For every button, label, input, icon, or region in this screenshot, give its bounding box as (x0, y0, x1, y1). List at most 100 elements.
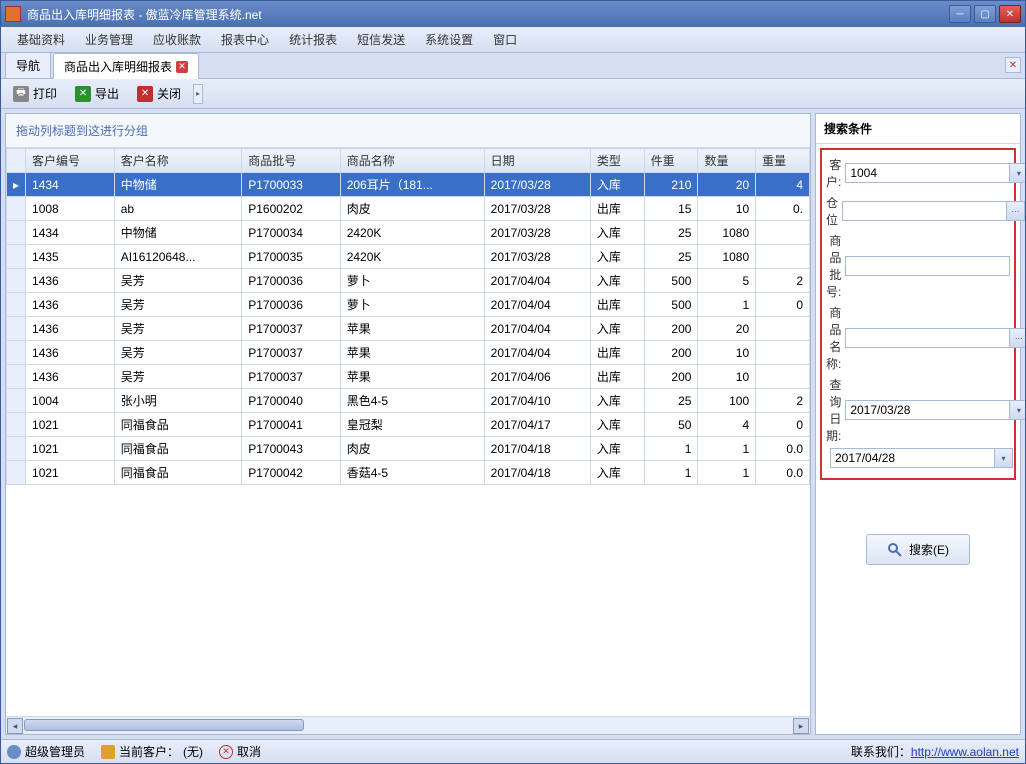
input-date_to[interactable] (830, 448, 995, 468)
row-handle[interactable]: ▸ (7, 173, 26, 197)
dropdown-warehouse[interactable]: ⋯ (1007, 201, 1025, 221)
tab-close-icon[interactable]: ✕ (176, 61, 188, 73)
content-area: 拖动列标题到这进行分组 客户编号客户名称商品批号商品名称日期类型件重数量重量 ▸… (1, 109, 1025, 739)
dropdown-date_to[interactable]: ▾ (995, 448, 1013, 468)
cell: P1700037 (242, 317, 340, 341)
toolbar-expander-icon[interactable]: ▸ (193, 84, 203, 104)
export-button[interactable]: ✕ 导出 (69, 82, 125, 105)
scroll-left-icon[interactable]: ◂ (7, 718, 23, 734)
cell: 0. (756, 197, 810, 221)
label-batch: 商品批号: (826, 232, 845, 300)
col-类型[interactable]: 类型 (590, 149, 644, 173)
col-重量[interactable]: 重量 (756, 149, 810, 173)
cell: P1700041 (242, 413, 340, 437)
cell: 中物储 (114, 221, 242, 245)
menu-统计报表[interactable]: 统计报表 (279, 27, 347, 52)
row-handle[interactable] (7, 413, 26, 437)
menu-业务管理[interactable]: 业务管理 (75, 27, 143, 52)
menu-报表中心[interactable]: 报表中心 (211, 27, 279, 52)
field-warehouse: 仓位⋯ (826, 194, 1010, 228)
col-客户名称[interactable]: 客户名称 (114, 149, 242, 173)
cell: 1004 (26, 389, 115, 413)
table-row[interactable]: 1436吴芳P1700037苹果2017/04/04出库20010 (7, 341, 810, 365)
row-handle[interactable] (7, 437, 26, 461)
input-warehouse[interactable] (842, 201, 1007, 221)
cell: 苹果 (340, 365, 484, 389)
app-window: 商品出入库明细报表 - 傲蓝冷库管理系统.net ─ ▢ ✕ 基础资料业务管理应… (0, 0, 1026, 764)
row-handle[interactable] (7, 365, 26, 389)
menu-窗口[interactable]: 窗口 (483, 27, 527, 52)
col-商品批号[interactable]: 商品批号 (242, 149, 340, 173)
row-handle[interactable] (7, 341, 26, 365)
cancel-button[interactable]: ✕ 取消 (219, 743, 261, 760)
menu-系统设置[interactable]: 系统设置 (415, 27, 483, 52)
table-row[interactable]: 1021同福食品P1700041皇冠梨2017/04/17入库5040 (7, 413, 810, 437)
group-hint[interactable]: 拖动列标题到这进行分组 (6, 114, 810, 148)
search-button[interactable]: 搜索(E) (866, 534, 970, 565)
cell: 2017/04/10 (484, 389, 590, 413)
cell: P1700037 (242, 365, 340, 389)
table-row[interactable]: 1436吴芳P1700036萝卜2017/04/04出库50010 (7, 293, 810, 317)
input-customer[interactable] (845, 163, 1010, 183)
row-handle[interactable] (7, 269, 26, 293)
table-row[interactable]: 1004张小明P1700040黑色4-52017/04/10入库251002 (7, 389, 810, 413)
tab-导航[interactable]: 导航 (5, 52, 51, 78)
close-button[interactable]: ✕ 关闭 (131, 82, 187, 105)
data-grid[interactable]: 客户编号客户名称商品批号商品名称日期类型件重数量重量 ▸1434中物储P1700… (6, 148, 810, 716)
minimize-button[interactable]: ─ (949, 5, 971, 23)
col-客户编号[interactable]: 客户编号 (26, 149, 115, 173)
table-row[interactable]: 1008abP1600202肉皮2017/03/28出库15100. (7, 197, 810, 221)
row-handle[interactable] (7, 317, 26, 341)
col-数量[interactable]: 数量 (698, 149, 756, 173)
maximize-button[interactable]: ▢ (974, 5, 996, 23)
horizontal-scrollbar[interactable]: ◂ ▸ (6, 716, 810, 734)
row-handle[interactable] (7, 389, 26, 413)
menu-应收账款[interactable]: 应收账款 (143, 27, 211, 52)
cell: 25 (644, 389, 698, 413)
cell: 500 (644, 269, 698, 293)
row-handle[interactable] (7, 461, 26, 485)
customer-icon (101, 745, 115, 759)
print-button[interactable]: 🖶 打印 (7, 82, 63, 105)
input-product[interactable] (845, 328, 1010, 348)
dropdown-date_from[interactable]: ▾ (1010, 400, 1025, 420)
cell: 4 (698, 413, 756, 437)
menu-短信发送[interactable]: 短信发送 (347, 27, 415, 52)
tab-商品出入库明细报表[interactable]: 商品出入库明细报表 ✕ (53, 53, 199, 79)
table-row[interactable]: 1436吴芳P1700036萝卜2017/04/04入库50052 (7, 269, 810, 293)
row-handle[interactable] (7, 245, 26, 269)
row-handle[interactable] (7, 293, 26, 317)
input-date_from[interactable] (845, 400, 1010, 420)
col-件重[interactable]: 件重 (644, 149, 698, 173)
table-row[interactable]: 1021同福食品P1700043肉皮2017/04/18入库110.0 (7, 437, 810, 461)
tab-label: 商品出入库明细报表 (64, 58, 172, 75)
table-row[interactable]: 1021同福食品P1700042香菇4-52017/04/18入库110.0 (7, 461, 810, 485)
row-handle[interactable] (7, 197, 26, 221)
cell: P1600202 (242, 197, 340, 221)
scroll-right-icon[interactable]: ▸ (793, 718, 809, 734)
tabbar-close-icon[interactable]: ✕ (1005, 57, 1021, 73)
contact-link[interactable]: http://www.aolan.net (911, 745, 1019, 759)
export-icon: ✕ (75, 86, 91, 102)
table-row[interactable]: ▸1434中物储P1700033206耳片（181...2017/03/28入库… (7, 173, 810, 197)
cell: P1700033 (242, 173, 340, 197)
input-batch[interactable] (845, 256, 1010, 276)
cell: 2 (756, 389, 810, 413)
window-close-button[interactable]: ✕ (999, 5, 1021, 23)
table-row[interactable]: 1434中物储P17000342420K2017/03/28入库251080 (7, 221, 810, 245)
table-row[interactable]: 1436吴芳P1700037苹果2017/04/06出库20010 (7, 365, 810, 389)
dropdown-customer[interactable]: ▾ (1010, 163, 1025, 183)
cell: 2017/04/04 (484, 269, 590, 293)
menu-基础资料[interactable]: 基础资料 (7, 27, 75, 52)
cell: 2017/04/18 (484, 461, 590, 485)
col-商品名称[interactable]: 商品名称 (340, 149, 484, 173)
col-日期[interactable]: 日期 (484, 149, 590, 173)
dropdown-product[interactable]: ⋯ (1010, 328, 1025, 348)
table-row[interactable]: 1436吴芳P1700037苹果2017/04/04入库20020 (7, 317, 810, 341)
row-handle[interactable] (7, 221, 26, 245)
cancel-icon: ✕ (219, 745, 233, 759)
header-row: 客户编号客户名称商品批号商品名称日期类型件重数量重量 (7, 149, 810, 173)
table-row[interactable]: 1435AI16120648...P17000352420K2017/03/28… (7, 245, 810, 269)
cell: 入库 (590, 437, 644, 461)
scroll-thumb[interactable] (24, 719, 304, 731)
